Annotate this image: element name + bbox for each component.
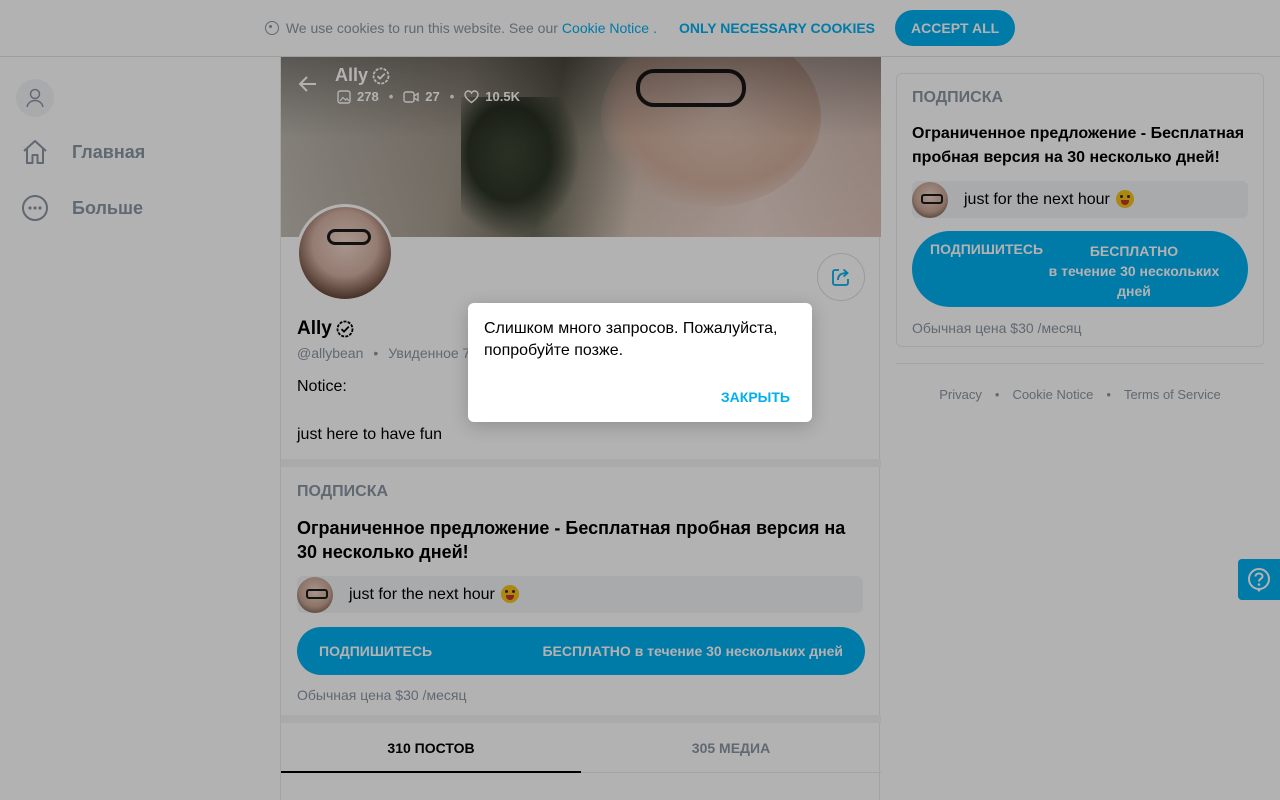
close-button[interactable]: ЗАКРЫТЬ — [721, 389, 790, 405]
error-dialog-message: Слишком много запросов. Пожалуйста, попр… — [484, 320, 778, 359]
error-dialog: Слишком много запросов. Пожалуйста, попр… — [468, 303, 812, 422]
